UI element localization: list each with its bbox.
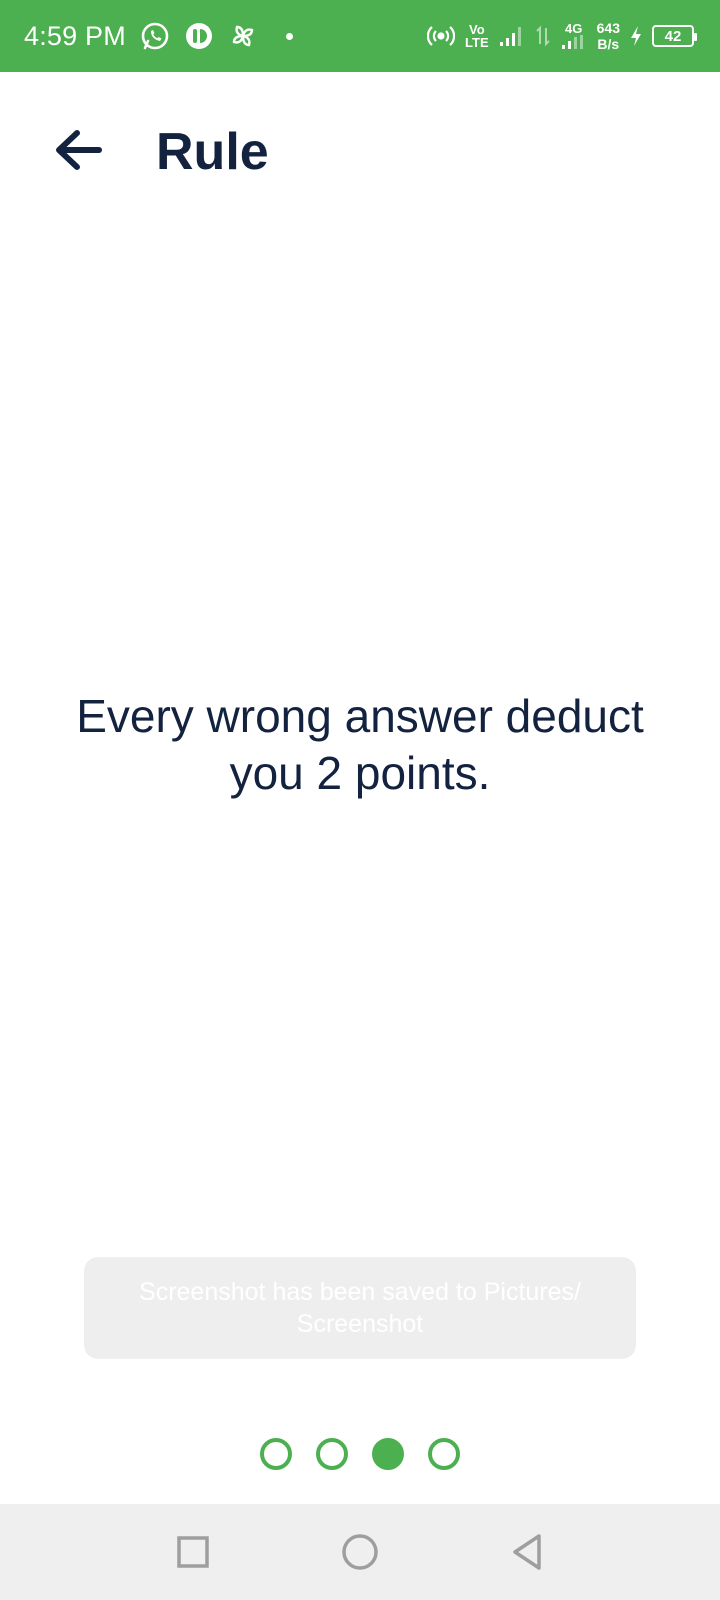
page-dot-3[interactable] (372, 1438, 404, 1470)
data-transfer-icon (535, 24, 551, 48)
home-icon (342, 1534, 378, 1570)
page-indicator (0, 1437, 720, 1471)
page-dot-2[interactable] (316, 1438, 348, 1470)
hotspot-icon (427, 24, 456, 48)
volte-indicator: Vo LTE (465, 23, 489, 49)
network-speed-value: 643 (596, 20, 620, 36)
recent-apps-button[interactable] (163, 1522, 223, 1582)
page-dot-1[interactable] (260, 1438, 292, 1470)
network-speed-unit: B/s (597, 36, 620, 52)
app-bar: Rule (0, 72, 720, 232)
page-title: Rule (156, 123, 269, 181)
status-bar-left: 4:59 PM (24, 21, 293, 52)
network-type-label: 4G (564, 20, 583, 36)
rule-screen: 4:59 PM Vo LTE 4G 643 B/s 42 Rule Every … (0, 0, 720, 1600)
signal-strength-icon (499, 24, 525, 48)
pinwheel-icon (228, 21, 258, 51)
status-time: 4:59 PM (24, 20, 126, 51)
more-notifications-dot (285, 32, 293, 40)
network-type: 4G (561, 22, 587, 51)
back-triangle-icon (512, 1534, 541, 1570)
charging-icon (630, 25, 642, 47)
rule-text: Every wrong answer deduct you 2 points. (76, 690, 644, 799)
battery-level: 42 (664, 27, 682, 45)
home-button[interactable] (330, 1522, 390, 1582)
system-nav-bar (0, 1504, 720, 1600)
recent-apps-icon (177, 1536, 210, 1568)
battery-indicator: 42 (652, 25, 697, 47)
status-bar: 4:59 PM Vo LTE 4G 643 B/s 42 (0, 0, 720, 72)
toast-message: Screenshot has been saved to Pictures/ S… (139, 1278, 581, 1338)
nav-back-button[interactable] (497, 1522, 557, 1582)
whatsapp-icon (140, 21, 170, 51)
status-bar-right: Vo LTE 4G 643 B/s 42 (427, 20, 697, 52)
volte-bottom-label: LTE (465, 35, 489, 50)
screenshot-toast: Screenshot has been saved to Pictures/ S… (84, 1257, 636, 1359)
page-dot-4[interactable] (428, 1438, 460, 1470)
back-button[interactable] (46, 118, 110, 182)
network-speed: 643 B/s (597, 20, 620, 52)
app-notification-icon (184, 21, 214, 51)
arrow-left-icon (56, 130, 102, 170)
